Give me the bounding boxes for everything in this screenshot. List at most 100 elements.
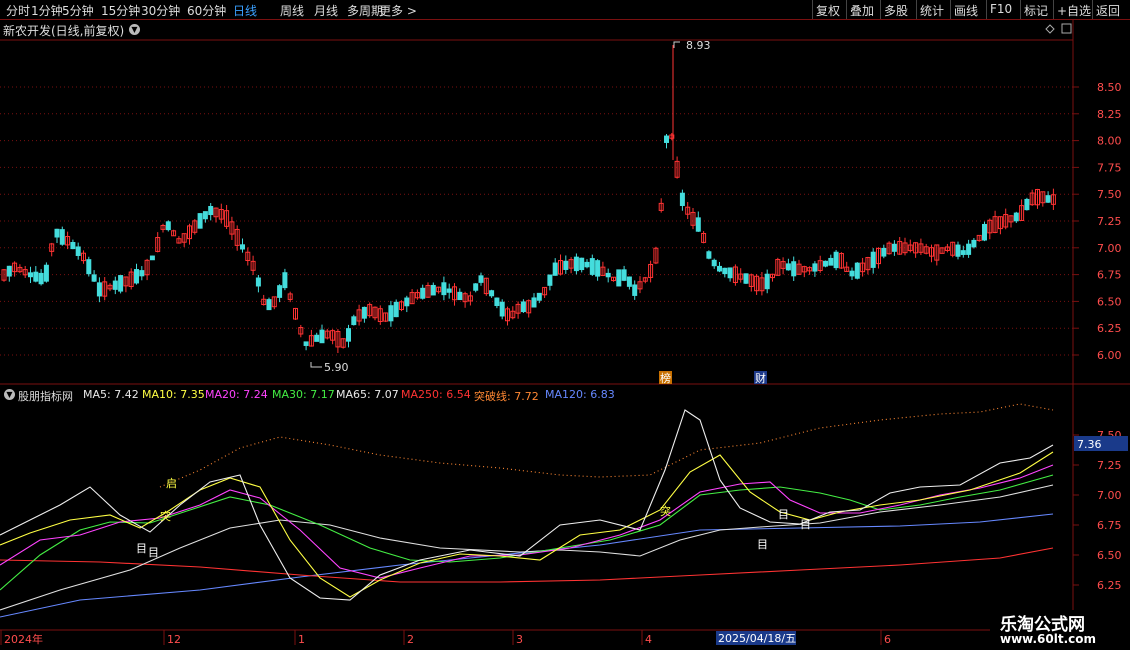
candle-body: [457, 291, 463, 301]
signal-label-3: 目: [136, 542, 147, 555]
x-axis-label: 4: [645, 633, 652, 646]
candle-body: [499, 301, 505, 317]
candle-body: [679, 192, 685, 206]
candle-body: [536, 292, 542, 301]
candle-body: [870, 251, 876, 268]
low-label: 5.90: [324, 361, 349, 374]
candle-body: [1013, 212, 1019, 222]
candle-body: [430, 284, 436, 296]
candle-body: [823, 260, 828, 267]
candle-body: [520, 301, 526, 313]
candle-body: [531, 297, 537, 308]
candle-body: [59, 229, 65, 245]
candle-body: [833, 251, 839, 269]
candle-body: [91, 274, 97, 282]
candle-body: [420, 287, 426, 299]
high-marker: [673, 41, 680, 48]
candle-body: [197, 213, 203, 229]
candle-body: [361, 306, 367, 319]
candle-body: [891, 243, 897, 252]
candle-body: [828, 257, 834, 266]
ma20-line: [0, 464, 1054, 579]
candle-body: [695, 217, 701, 232]
candle-body: [43, 264, 49, 282]
indicator-tick-label: 6.75: [1097, 519, 1122, 532]
low-marker: [310, 362, 322, 368]
candle-body: [118, 275, 124, 292]
candle-body: [579, 257, 585, 271]
legend-item-0: MA5: 7.42: [83, 388, 139, 401]
candle-body: [971, 239, 977, 248]
candle-body: [791, 261, 797, 277]
candle-body: [547, 274, 553, 286]
chevron-down-icon[interactable]: ▼: [129, 24, 140, 35]
indicator-name[interactable]: 股朋指标网: [18, 388, 73, 404]
candle-body: [33, 271, 39, 282]
candle-body: [1045, 195, 1051, 203]
candle-body: [351, 316, 357, 326]
signal-label-4: 目: [148, 546, 159, 559]
candle-body: [202, 211, 208, 220]
candle-body: [595, 260, 601, 277]
candle-body: [621, 269, 627, 281]
candle-body: [982, 223, 987, 241]
candle-body: [966, 243, 972, 255]
candle-body: [584, 261, 590, 268]
candle-body: [346, 328, 351, 342]
candle-body: [955, 244, 961, 257]
signal-label-1: 突: [160, 509, 171, 523]
legend-item-5: MA250: 6.54: [401, 388, 471, 401]
candle-body: [165, 221, 171, 231]
candle-body: [303, 341, 309, 346]
candle-body: [849, 270, 855, 277]
candle-body: [112, 280, 118, 290]
finance-marker: 财: [755, 371, 766, 385]
candle-body: [54, 228, 60, 238]
candle-body: [605, 272, 611, 278]
indicator-settings-icon[interactable]: ▼: [4, 389, 15, 400]
price-tick-label: 8.50: [1097, 81, 1122, 94]
price-tick-label: 8.25: [1097, 108, 1122, 121]
candle-body: [319, 329, 325, 344]
candle-body: [149, 255, 155, 261]
candle-body: [722, 267, 728, 275]
candle-body: [711, 259, 717, 267]
price-chart[interactable]: 8.50 8.25 8.00 7.75 7.50 7.25 7.00 6.75 6.50 6.25…: [0, 0, 1130, 650]
candle-body: [277, 285, 283, 298]
high-label: 8.93: [686, 39, 711, 52]
stock-title: 新农开发(日线,前复权): [3, 24, 125, 38]
indicator-tick-label: 7.00: [1097, 489, 1122, 502]
price-tick-label: 7.00: [1097, 242, 1122, 255]
candle-body: [626, 276, 632, 287]
candle-body: [255, 277, 261, 287]
candle-body: [727, 267, 733, 279]
candle-body: [563, 260, 569, 270]
price-tick-label: 7.25: [1097, 215, 1122, 228]
candle-body: [6, 265, 12, 277]
candle-body: [282, 272, 288, 289]
current-value: 7.36: [1077, 438, 1102, 451]
window-icon: [1061, 23, 1072, 34]
price-tick-label: 6.75: [1097, 269, 1122, 282]
candle-body: [388, 305, 394, 322]
price-tick-label: 7.75: [1097, 161, 1122, 174]
candle-body: [743, 273, 749, 284]
candle-body: [706, 251, 712, 259]
candle-body: [208, 205, 214, 216]
signal-label-2: 突: [660, 504, 671, 518]
cursor-date: 2025/04/18/五: [718, 632, 796, 645]
candle-body: [881, 247, 887, 257]
signal-label-7: 目: [800, 518, 811, 531]
x-axis-label: 2: [407, 633, 414, 646]
legend-item-3: MA30: 7.17: [272, 388, 335, 401]
price-tick-label: 6.00: [1097, 349, 1122, 362]
candle-body: [441, 282, 447, 296]
legend-item-7: MA120: 6.83: [545, 388, 615, 401]
ma5-line: [0, 409, 1054, 601]
indicator-tick-label: 6.25: [1097, 579, 1122, 592]
price-tick-label: 8.00: [1097, 135, 1122, 148]
candle-body: [573, 256, 579, 272]
candle-body: [764, 273, 770, 290]
x-axis-label: 12: [167, 633, 181, 646]
candle-body: [266, 299, 272, 311]
